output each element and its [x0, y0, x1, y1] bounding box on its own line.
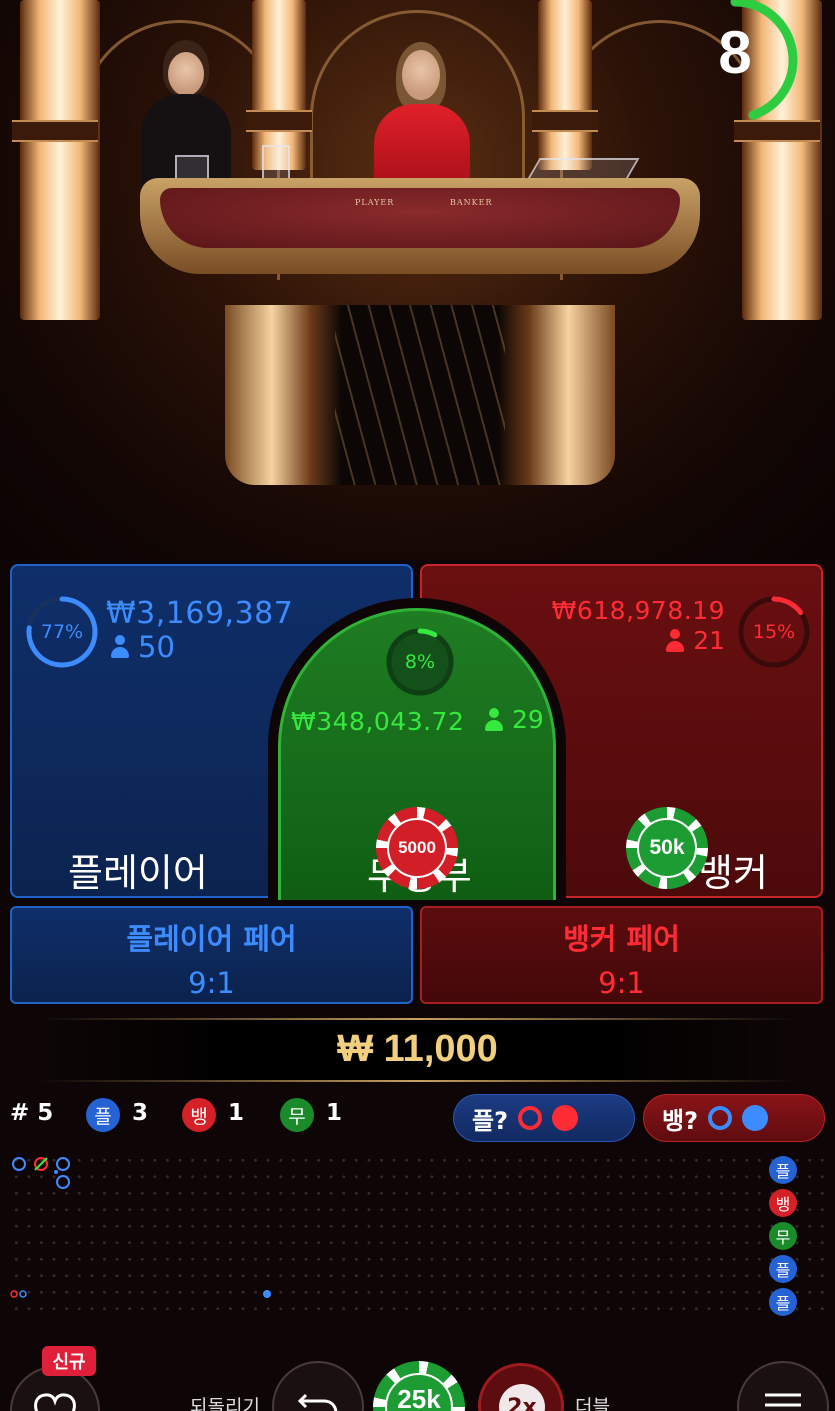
predict-player-button[interactable]: 플? — [453, 1094, 635, 1142]
banker-percent-ring: 15% — [736, 594, 812, 670]
road-side-item: 플 — [769, 1255, 797, 1283]
player-bettor-number: 50 — [138, 630, 175, 664]
tie-percent: 8% — [404, 651, 436, 673]
banker-percent: 15% — [752, 621, 796, 643]
countdown-seconds: 8 — [718, 19, 752, 86]
total-bet-bar: ₩ 11,000 — [40, 1018, 795, 1082]
player-wins-badge: 플 — [86, 1098, 120, 1132]
banker-label: 뱅커 — [698, 851, 768, 895]
predict-banker-button[interactable]: 뱅? — [643, 1094, 825, 1142]
scoreboard-road — [10, 1152, 825, 1322]
road-marker — [263, 1290, 271, 1298]
player-total-amount: ₩3,169,387 — [106, 596, 294, 631]
double-chip-label: 2x — [499, 1384, 545, 1411]
dealer — [360, 42, 480, 192]
tie-wins-badge: 무 — [280, 1098, 314, 1132]
placed-chip-banker[interactable]: 50k — [626, 807, 708, 889]
blue-ring-icon — [708, 1106, 733, 1130]
table-base — [225, 305, 615, 485]
double-button[interactable]: 2x — [478, 1363, 564, 1411]
player-pair-odds: 9:1 — [188, 966, 235, 1000]
person-icon — [110, 635, 130, 659]
banker-bettor-count: 21 — [665, 626, 725, 655]
road-side-item: 무 — [769, 1222, 797, 1250]
red-dot-icon — [552, 1105, 579, 1131]
red-ring-icon — [518, 1106, 543, 1130]
player-wins-count: 3 — [132, 1100, 149, 1126]
table-label-player: PLAYER — [355, 198, 395, 207]
player-label: 플레이어 — [68, 851, 208, 895]
tie-wins-count: 1 — [326, 1100, 343, 1126]
chip-selector[interactable]: 25k — [373, 1361, 465, 1411]
tie-bettor-count: 29 — [484, 705, 544, 734]
banker-wins-count: 1 — [228, 1100, 245, 1126]
banker-bettor-number: 21 — [693, 626, 725, 655]
banker-wins-badge: 뱅 — [182, 1098, 216, 1132]
tie-bettor-number: 29 — [512, 705, 544, 734]
pillar-inner-right — [532, 0, 598, 170]
predict-player-label: 플? — [472, 1106, 509, 1135]
round-number: # 5 — [10, 1100, 54, 1126]
bet-spot-banker-pair[interactable]: 뱅커 페어 9:1 — [420, 906, 823, 1004]
tie-total-amount: ₩348,043.72 — [291, 707, 465, 736]
pillar-left — [12, 0, 100, 320]
hamburger-icon — [765, 1393, 801, 1407]
bet-spot-player-pair[interactable]: 플레이어 페어 9:1 — [10, 906, 413, 1004]
road-entries — [12, 1157, 70, 1189]
tie-percent-ring: 8% — [384, 626, 456, 698]
road-side-item: 뱅 — [769, 1189, 797, 1217]
countdown-timer: 8 — [693, 0, 805, 126]
banker-total-amount: ₩618,978.19 — [551, 596, 725, 625]
player-pair-label: 플레이어 페어 — [126, 922, 297, 956]
banker-pair-label: 뱅커 페어 — [563, 922, 680, 956]
round-stats: # 5 플 3 뱅 1 무 1 — [10, 1096, 430, 1138]
person-icon — [665, 628, 685, 653]
baccarat-table: PLAYER BANKER — [140, 178, 700, 274]
total-bet-amount: ₩ 11,000 — [337, 1028, 498, 1070]
placed-chip-tie[interactable]: 5000 — [376, 807, 458, 889]
road-side-item: 플 — [769, 1156, 797, 1184]
road-side-item: 플 — [769, 1288, 797, 1316]
menu-button[interactable] — [737, 1361, 829, 1411]
player-bettor-count: 50 — [110, 630, 175, 664]
player-percent-ring: 77% — [24, 594, 100, 670]
predict-banker-label: 뱅? — [662, 1106, 699, 1135]
table-label-banker: BANKER — [450, 198, 493, 207]
double-label: 더블 — [575, 1396, 610, 1411]
blue-dot-icon — [742, 1105, 769, 1131]
new-badge: 신규 — [42, 1346, 96, 1376]
undo-label: 되돌리기 — [190, 1396, 260, 1411]
road-mini-entries — [10, 1290, 27, 1298]
placed-chip-tie-value: 5000 — [398, 838, 436, 857]
player-percent: 77% — [40, 621, 84, 643]
undo-button[interactable] — [272, 1361, 364, 1411]
undo-icon — [297, 1393, 338, 1411]
chip-selector-value: 25k — [397, 1383, 441, 1411]
placed-chip-banker-value: 50k — [649, 836, 685, 859]
banker-pair-odds: 9:1 — [598, 966, 645, 1000]
person-icon — [484, 707, 504, 732]
